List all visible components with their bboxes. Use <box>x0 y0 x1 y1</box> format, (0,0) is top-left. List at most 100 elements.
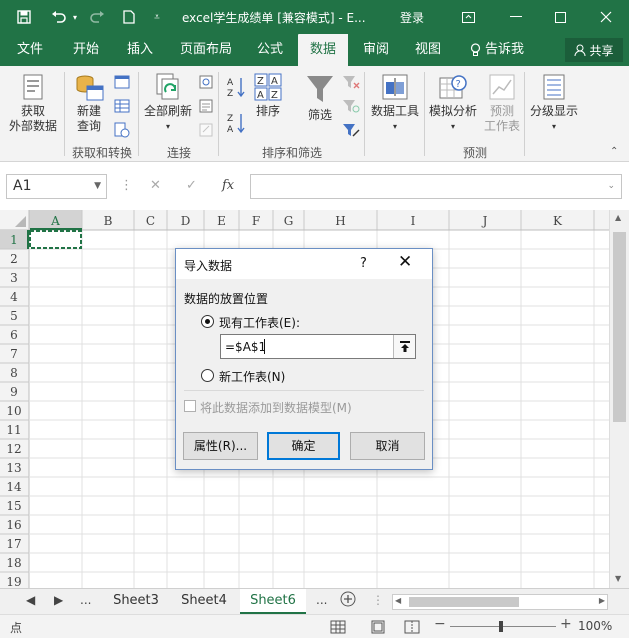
page-layout-view-icon[interactable] <box>370 620 386 634</box>
tab-review[interactable]: 审阅 <box>354 34 398 66</box>
properties-icon[interactable] <box>198 98 214 114</box>
tab-home[interactable]: 开始 <box>64 34 108 66</box>
row-header[interactable]: 9 <box>10 385 18 399</box>
clear-filter-icon[interactable] <box>342 74 360 90</box>
row-header[interactable]: 17 <box>6 537 21 551</box>
column-header[interactable]: C <box>146 214 155 228</box>
edit-links-icon[interactable] <box>198 122 214 138</box>
tab-insert[interactable]: 插入 <box>118 34 162 66</box>
scroll-up-icon[interactable]: ▲ <box>615 213 621 222</box>
show-queries-icon[interactable] <box>114 74 130 90</box>
cancel-button[interactable]: 取消 <box>350 432 425 460</box>
row-header[interactable]: 2 <box>10 252 18 266</box>
column-header[interactable]: A <box>50 214 60 228</box>
zoom-out-icon[interactable]: − <box>434 616 446 632</box>
row-header[interactable]: 5 <box>10 309 18 323</box>
refresh-all-button[interactable]: 全部刷新 ▾ <box>140 72 196 134</box>
collapse-ribbon-icon[interactable]: ⌃ <box>610 146 618 157</box>
horizontal-scroll-thumb[interactable] <box>409 597 519 607</box>
from-table-icon[interactable] <box>114 98 130 114</box>
reapply-filter-icon[interactable] <box>342 98 360 114</box>
horizontal-scrollbar[interactable]: ◀ ▶ <box>392 594 608 610</box>
scroll-right-icon[interactable]: ▶ <box>599 596 605 605</box>
normal-view-icon[interactable] <box>330 620 346 634</box>
scroll-left-icon[interactable]: ◀ <box>395 596 401 605</box>
save-icon[interactable] <box>14 0 34 34</box>
maximize-icon[interactable] <box>540 0 580 34</box>
column-header[interactable]: G <box>284 214 294 228</box>
tab-split-grip-icon[interactable]: ⋮ <box>372 593 384 607</box>
column-header[interactable]: K <box>553 214 563 228</box>
scroll-down-icon[interactable]: ▼ <box>615 574 621 583</box>
column-header[interactable]: E <box>217 214 226 228</box>
close-icon[interactable] <box>586 0 626 34</box>
existing-sheet-radio[interactable] <box>201 315 214 328</box>
column-header[interactable]: D <box>181 214 191 228</box>
minimize-icon[interactable] <box>496 0 536 34</box>
redo-icon[interactable] <box>86 0 108 34</box>
row-header[interactable]: 11 <box>6 423 21 437</box>
row-header[interactable]: 7 <box>10 347 18 361</box>
sort-za-icon[interactable]: ZA <box>226 112 246 134</box>
selected-cell-marquee[interactable] <box>29 230 82 249</box>
tab-file[interactable]: 文件 <box>8 34 52 66</box>
sheet-ellipsis-left[interactable]: ... <box>80 593 91 607</box>
insert-function-icon[interactable]: fx <box>222 178 234 193</box>
vertical-scroll-thumb[interactable] <box>613 232 626 422</box>
dialog-title-bar[interactable]: 导入数据 ? ✕ <box>176 249 432 279</box>
tab-tell-me[interactable]: 告诉我 <box>462 34 532 66</box>
undo-icon[interactable] <box>48 0 70 34</box>
expand-formula-icon[interactable]: ⌄ <box>607 181 615 191</box>
column-header[interactable]: B <box>104 214 113 228</box>
row-header[interactable]: 3 <box>10 271 18 285</box>
login-link[interactable]: 登录 <box>400 9 424 26</box>
get-external-data-button[interactable]: 获取 外部数据 <box>2 72 64 134</box>
sheet-next-icon[interactable]: ▶ <box>54 593 63 607</box>
recent-sources-icon[interactable] <box>114 122 130 138</box>
share-button[interactable]: 共享 <box>565 38 623 62</box>
connections-icon[interactable] <box>198 74 214 90</box>
row-header[interactable]: 16 <box>6 518 21 532</box>
outline-button[interactable]: 分级显示 ▾ <box>526 72 582 134</box>
name-box-dropdown-icon[interactable]: ▼ <box>94 175 101 198</box>
tab-formulas[interactable]: 公式 <box>248 34 292 66</box>
new-query-button[interactable]: 新建 查询 <box>68 72 110 134</box>
ok-button[interactable]: 确定 <box>267 432 340 460</box>
forecast-sheet-button[interactable]: 预测 工作表 <box>480 72 524 134</box>
page-break-view-icon[interactable] <box>404 620 420 634</box>
sort-button[interactable]: ZAAZ 排序 <box>248 72 288 119</box>
tab-page-layout[interactable]: 页面布局 <box>172 34 240 66</box>
row-header[interactable]: 15 <box>6 499 21 513</box>
sheet-ellipsis-right[interactable]: ... <box>316 593 327 607</box>
row-header[interactable]: 14 <box>6 480 22 494</box>
row-header[interactable]: 19 <box>6 575 21 588</box>
new-document-icon[interactable] <box>120 0 138 34</box>
undo-dropdown-icon[interactable]: ▾ <box>70 0 80 34</box>
column-header[interactable]: J <box>481 214 488 228</box>
vertical-scrollbar[interactable]: ▲ ▼ <box>609 210 629 588</box>
formula-input[interactable]: ⌄ <box>250 174 622 199</box>
column-header[interactable]: H <box>335 214 345 228</box>
filter-button[interactable]: 筛选 <box>298 72 342 123</box>
zoom-slider-thumb[interactable] <box>499 621 503 632</box>
sheet-tab-sheet4[interactable]: Sheet4 <box>172 589 236 614</box>
tab-view[interactable]: 视图 <box>406 34 450 66</box>
row-header[interactable]: 12 <box>6 442 21 456</box>
sheet-tab-sheet6[interactable]: Sheet6 <box>240 589 306 614</box>
customize-qat-icon[interactable]: ⩡ <box>150 0 164 34</box>
sheet-prev-icon[interactable]: ◀ <box>26 593 35 607</box>
confirm-entry-icon[interactable]: ✓ <box>186 178 197 193</box>
row-header[interactable]: 13 <box>6 461 21 475</box>
properties-button[interactable]: 属性(R)... <box>183 432 258 460</box>
tab-data[interactable]: 数据 <box>298 34 348 66</box>
column-header[interactable]: I <box>411 214 416 228</box>
column-header[interactable]: F <box>252 214 260 228</box>
add-sheet-icon[interactable] <box>340 591 356 610</box>
sheet-tab-sheet3[interactable]: Sheet3 <box>104 589 168 614</box>
cancel-entry-icon[interactable]: ✕ <box>150 178 161 193</box>
zoom-slider[interactable] <box>450 626 556 627</box>
add-data-model-checkbox[interactable] <box>184 400 196 412</box>
help-icon[interactable]: ? <box>360 256 367 271</box>
dialog-close-icon[interactable]: ✕ <box>398 252 412 272</box>
row-header[interactable]: 18 <box>6 556 21 570</box>
